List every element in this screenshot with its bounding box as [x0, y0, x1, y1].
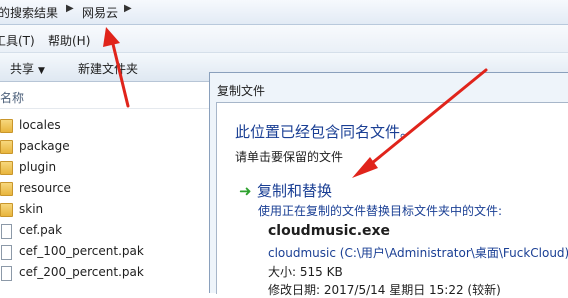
list-item-label: resource	[19, 181, 71, 195]
dialog-content: 此位置已经包含同名文件。 请单击要保留的文件 ➜ 复制和替换 使用正在复制的文件…	[216, 102, 568, 297]
share-button[interactable]: 共享 ▼	[10, 60, 45, 77]
copy-file-dialog: 复制文件 此位置已经包含同名文件。 请单击要保留的文件 ➜ 复制和替换 使用正在…	[209, 72, 568, 297]
list-item-label: plugin	[19, 160, 57, 174]
list-item[interactable]: skin	[0, 200, 210, 220]
file-modified-date: 修改日期: 2017/5/14 星期日 15:22 (较新)	[268, 283, 501, 297]
file-path: cloudmusic (C:\用户\Administrator\桌面\FuckC…	[268, 246, 568, 260]
folder-icon	[0, 119, 13, 133]
list-item-label: cef_200_percent.pak	[19, 265, 144, 279]
list-item-label: cef.pak	[19, 223, 63, 237]
folder-icon	[0, 203, 13, 217]
file-icon	[1, 224, 12, 239]
column-header-name[interactable]: 名称	[0, 84, 210, 109]
file-list: locales package plugin resource skin cef…	[0, 116, 210, 296]
file-size: 大小: 515 KB	[268, 265, 343, 279]
menu-help[interactable]: 帮助(H)	[48, 32, 90, 49]
menu-tools[interactable]: 工具(T)	[0, 32, 35, 49]
list-item-label: cef_100_percent.pak	[19, 244, 144, 258]
list-item-label: skin	[19, 202, 44, 216]
list-item[interactable]: package	[0, 137, 210, 157]
dialog-heading: 此位置已经包含同名文件。	[235, 123, 416, 141]
list-item[interactable]: plugin	[0, 158, 210, 178]
file-icon	[1, 266, 12, 281]
list-item-label: package	[19, 139, 70, 153]
breadcrumb-separator-icon[interactable]: ▶	[66, 3, 74, 14]
list-item[interactable]: resource	[0, 179, 210, 199]
list-item[interactable]: locales	[0, 116, 210, 136]
folder-icon	[0, 161, 13, 175]
arrow-right-icon: ➜	[239, 182, 252, 200]
list-item[interactable]: cef_200_percent.pak	[0, 263, 210, 283]
folder-icon	[0, 182, 13, 196]
breadcrumb-dropdown-icon[interactable]: ▶	[124, 3, 132, 14]
folder-icon	[0, 140, 13, 154]
dialog-title: 复制文件	[217, 84, 266, 98]
share-label: 共享	[10, 62, 35, 76]
option-description: 使用正在复制的文件替换目标文件夹中的文件:	[258, 204, 503, 218]
copy-and-replace-option[interactable]: 复制和替换	[257, 180, 332, 201]
menu-bar: 工具(T) 帮助(H)	[0, 25, 568, 53]
file-name: cloudmusic.exe	[268, 223, 391, 239]
breadcrumb-current-folder[interactable]: 网易云	[82, 4, 118, 21]
list-item[interactable]: cef_100_percent.pak	[0, 242, 210, 262]
dialog-subheading: 请单击要保留的文件	[235, 150, 344, 164]
column-header-label: 名称	[0, 91, 25, 105]
chevron-down-icon: ▼	[38, 66, 45, 76]
address-bar[interactable]: 的搜索结果 ▶ 网易云 ▶	[0, 0, 568, 25]
breadcrumb-search-results[interactable]: 的搜索结果	[0, 4, 58, 21]
new-folder-button[interactable]: 新建文件夹	[78, 60, 138, 77]
list-item[interactable]: cef.pak	[0, 221, 210, 241]
file-icon	[1, 245, 12, 260]
list-item-label: locales	[19, 118, 61, 132]
